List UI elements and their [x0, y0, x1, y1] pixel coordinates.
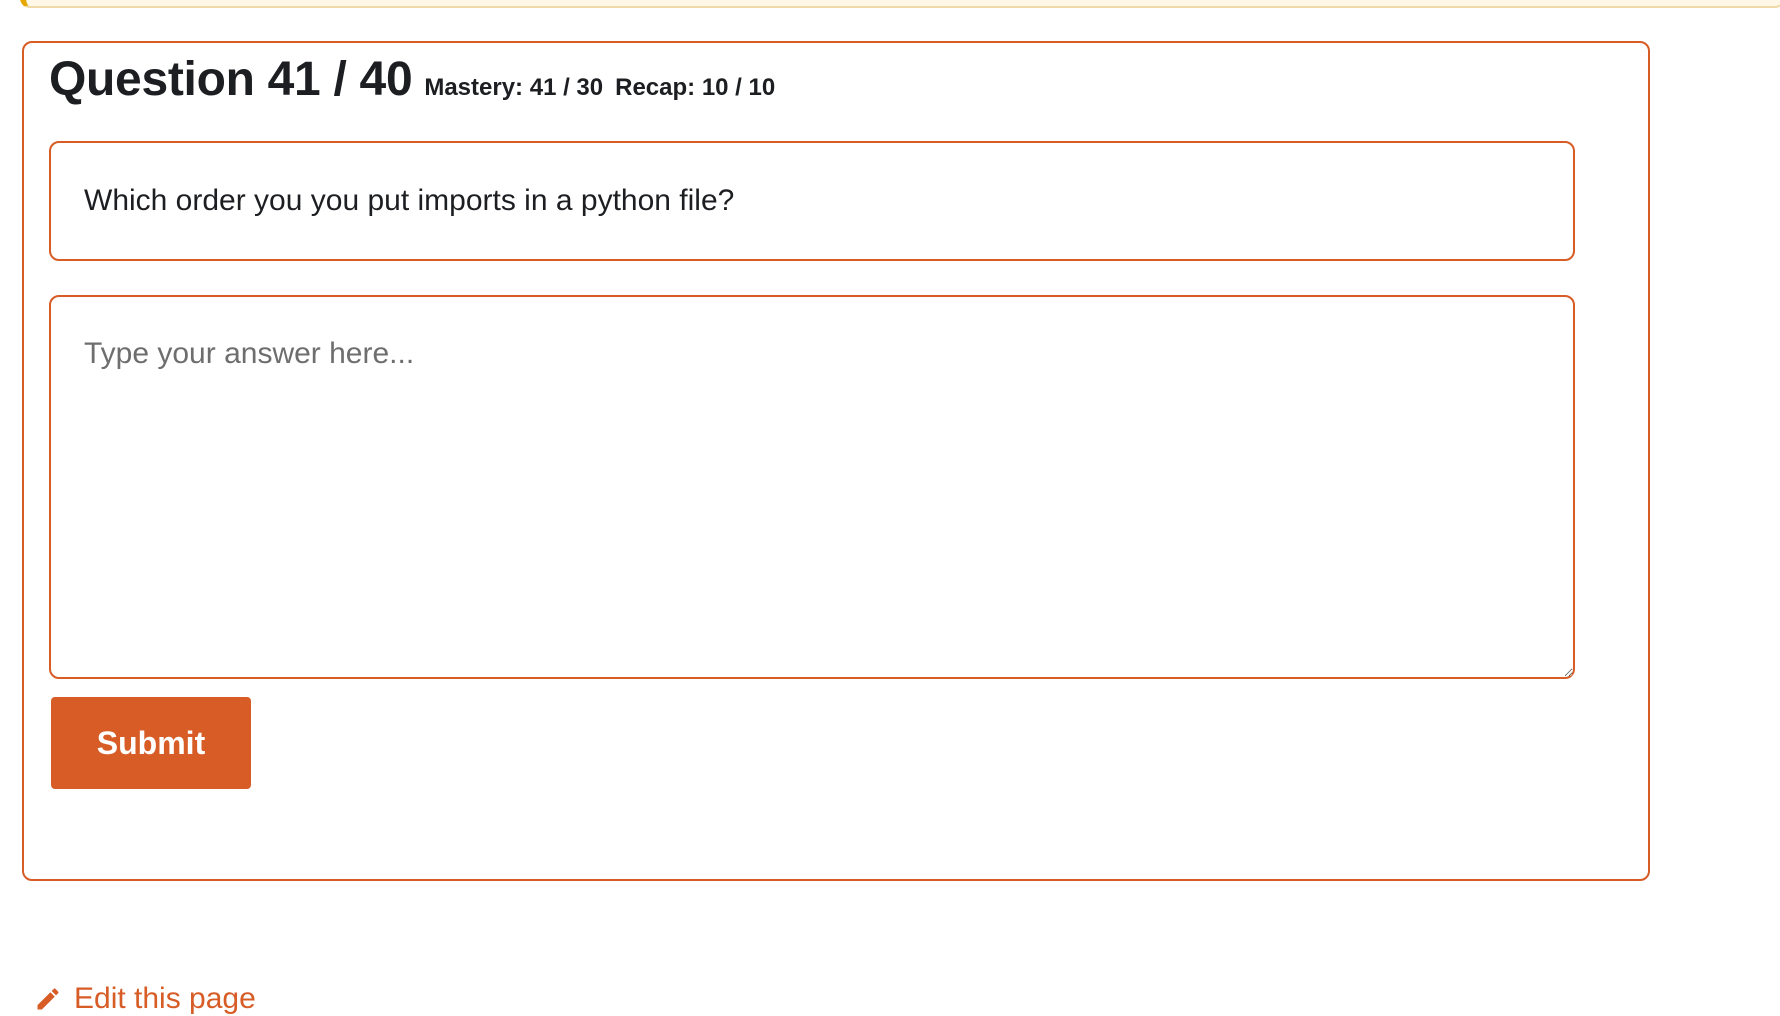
- question-title: Question 41 / 40: [49, 53, 413, 106]
- question-prompt: Which order you you put imports in a pyt…: [49, 141, 1575, 261]
- admonition-banner: [20, 0, 1780, 8]
- edit-page-link[interactable]: Edit this page: [34, 982, 256, 1016]
- submit-button[interactable]: Submit: [51, 697, 251, 789]
- recap-count: Recap: 10 / 10: [615, 74, 776, 101]
- pencil-icon: [37, 988, 59, 1010]
- mastery-count: Mastery: 41 / 30: [424, 74, 604, 101]
- question-text: Which order you you put imports in a pyt…: [84, 184, 735, 217]
- answer-textarea[interactable]: [49, 295, 1575, 679]
- question-header: Question 41 / 40 Mastery: 41 / 30 Recap:…: [49, 52, 775, 107]
- edit-link-label: Edit this page: [74, 982, 256, 1015]
